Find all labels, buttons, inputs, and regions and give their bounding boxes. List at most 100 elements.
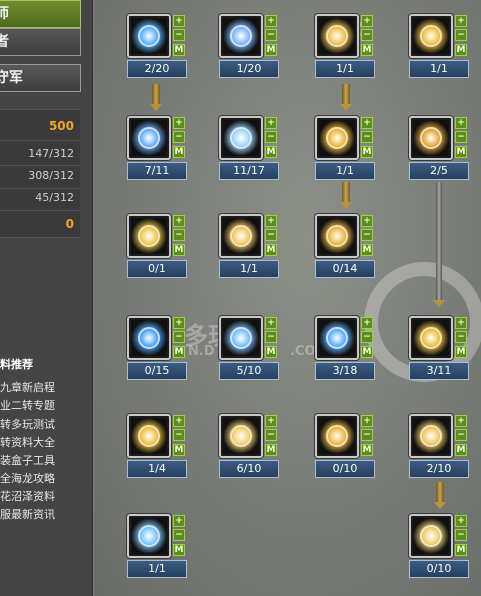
- link-5[interactable]: 装盒子工具: [0, 452, 55, 468]
- skill-slot-r2c4[interactable]: + − M 2/5: [409, 116, 473, 181]
- plus-button[interactable]: +: [265, 415, 277, 427]
- plus-button[interactable]: +: [361, 215, 373, 227]
- max-button[interactable]: M: [361, 444, 373, 456]
- skill-slot-r4c3[interactable]: + − M 3/18: [315, 316, 379, 381]
- skill-icon-frame[interactable]: [315, 414, 359, 458]
- skill-slot-r1c2[interactable]: + − M 1/20: [219, 14, 283, 79]
- sidebar-tab-2[interactable]: 者: [0, 28, 81, 56]
- sidebar-tab-1[interactable]: 师: [0, 0, 81, 28]
- skill-slot-r4c1[interactable]: + − M 0/15: [127, 316, 191, 381]
- max-button[interactable]: M: [455, 346, 467, 358]
- plus-button[interactable]: +: [455, 415, 467, 427]
- skill-slot-r6c1[interactable]: + − M 1/1: [127, 514, 191, 579]
- skill-icon-frame[interactable]: [315, 116, 359, 160]
- plus-button[interactable]: +: [265, 215, 277, 227]
- max-button[interactable]: M: [173, 544, 185, 556]
- skill-icon-frame[interactable]: [127, 316, 171, 360]
- skill-icon-frame[interactable]: [127, 14, 171, 58]
- skill-slot-r2c2[interactable]: + − M 11/17: [219, 116, 283, 181]
- skill-icon-frame[interactable]: [315, 316, 359, 360]
- plus-button[interactable]: +: [265, 117, 277, 129]
- skill-icon-frame[interactable]: [219, 14, 263, 58]
- minus-button[interactable]: −: [361, 229, 373, 241]
- skill-slot-r4c2[interactable]: + − M 5/10: [219, 316, 283, 381]
- max-button[interactable]: M: [173, 44, 185, 56]
- plus-button[interactable]: +: [173, 117, 185, 129]
- minus-button[interactable]: −: [455, 331, 467, 343]
- max-button[interactable]: M: [361, 346, 373, 358]
- sidebar-tab-3[interactable]: 守军: [0, 64, 81, 92]
- max-button[interactable]: M: [265, 146, 277, 158]
- max-button[interactable]: M: [455, 444, 467, 456]
- skill-icon-frame[interactable]: [127, 514, 171, 558]
- link-8[interactable]: 服最新资讯: [0, 506, 55, 522]
- link-3[interactable]: 转多玩测试: [0, 416, 55, 432]
- plus-button[interactable]: +: [173, 317, 185, 329]
- plus-button[interactable]: +: [265, 317, 277, 329]
- max-button[interactable]: M: [173, 444, 185, 456]
- skill-slot-r4c4[interactable]: + − M 3/11: [409, 316, 473, 381]
- plus-button[interactable]: +: [173, 215, 185, 227]
- minus-button[interactable]: −: [265, 29, 277, 41]
- minus-button[interactable]: −: [455, 131, 467, 143]
- skill-slot-r3c2[interactable]: + − M 1/1: [219, 214, 283, 279]
- skill-slot-r3c1[interactable]: + − M 0/1: [127, 214, 191, 279]
- link-7[interactable]: 花沼泽资料: [0, 488, 55, 504]
- skill-icon-frame[interactable]: [127, 414, 171, 458]
- skill-icon-frame[interactable]: [219, 116, 263, 160]
- plus-button[interactable]: +: [173, 515, 185, 527]
- plus-button[interactable]: +: [455, 515, 467, 527]
- skill-slot-r2c3[interactable]: + − M 1/1: [315, 116, 379, 181]
- skill-slot-r3c3[interactable]: + − M 0/14: [315, 214, 379, 279]
- minus-button[interactable]: −: [173, 429, 185, 441]
- skill-icon-frame[interactable]: [127, 214, 171, 258]
- max-button[interactable]: M: [455, 544, 467, 556]
- max-button[interactable]: M: [361, 244, 373, 256]
- skill-icon-frame[interactable]: [219, 316, 263, 360]
- minus-button[interactable]: −: [265, 131, 277, 143]
- max-button[interactable]: M: [361, 44, 373, 56]
- minus-button[interactable]: −: [173, 331, 185, 343]
- link-2[interactable]: 业二转专题: [0, 397, 55, 413]
- skill-icon-frame[interactable]: [409, 116, 453, 160]
- max-button[interactable]: M: [173, 346, 185, 358]
- skill-slot-r1c1[interactable]: + − M 2/20: [127, 14, 191, 79]
- plus-button[interactable]: +: [361, 317, 373, 329]
- skill-icon-frame[interactable]: [219, 414, 263, 458]
- skill-icon-frame[interactable]: [127, 116, 171, 160]
- skill-slot-r1c3[interactable]: + − M 1/1: [315, 14, 379, 79]
- skill-slot-r5c3[interactable]: + − M 0/10: [315, 414, 379, 479]
- plus-button[interactable]: +: [455, 117, 467, 129]
- max-button[interactable]: M: [265, 244, 277, 256]
- plus-button[interactable]: +: [361, 415, 373, 427]
- plus-button[interactable]: +: [455, 15, 467, 27]
- minus-button[interactable]: −: [265, 331, 277, 343]
- skill-icon-frame[interactable]: [315, 14, 359, 58]
- skill-icon-frame[interactable]: [315, 214, 359, 258]
- max-button[interactable]: M: [455, 146, 467, 158]
- skill-slot-r5c4[interactable]: + − M 2/10: [409, 414, 473, 479]
- skill-slot-r5c1[interactable]: + − M 1/4: [127, 414, 191, 479]
- minus-button[interactable]: −: [361, 29, 373, 41]
- skill-icon-frame[interactable]: [409, 514, 453, 558]
- minus-button[interactable]: −: [173, 529, 185, 541]
- minus-button[interactable]: −: [455, 29, 467, 41]
- skill-slot-r2c1[interactable]: + − M 7/11: [127, 116, 191, 181]
- skill-icon-frame[interactable]: [409, 14, 453, 58]
- skill-icon-frame[interactable]: [409, 316, 453, 360]
- plus-button[interactable]: +: [455, 317, 467, 329]
- minus-button[interactable]: −: [361, 131, 373, 143]
- plus-button[interactable]: +: [173, 415, 185, 427]
- skill-icon-frame[interactable]: [219, 214, 263, 258]
- minus-button[interactable]: −: [361, 429, 373, 441]
- minus-button[interactable]: −: [361, 331, 373, 343]
- minus-button[interactable]: −: [265, 429, 277, 441]
- plus-button[interactable]: +: [265, 15, 277, 27]
- minus-button[interactable]: −: [455, 429, 467, 441]
- max-button[interactable]: M: [265, 444, 277, 456]
- plus-button[interactable]: +: [361, 117, 373, 129]
- minus-button[interactable]: −: [455, 529, 467, 541]
- max-button[interactable]: M: [173, 244, 185, 256]
- skill-slot-r1c4[interactable]: + − M 1/1: [409, 14, 473, 79]
- max-button[interactable]: M: [265, 346, 277, 358]
